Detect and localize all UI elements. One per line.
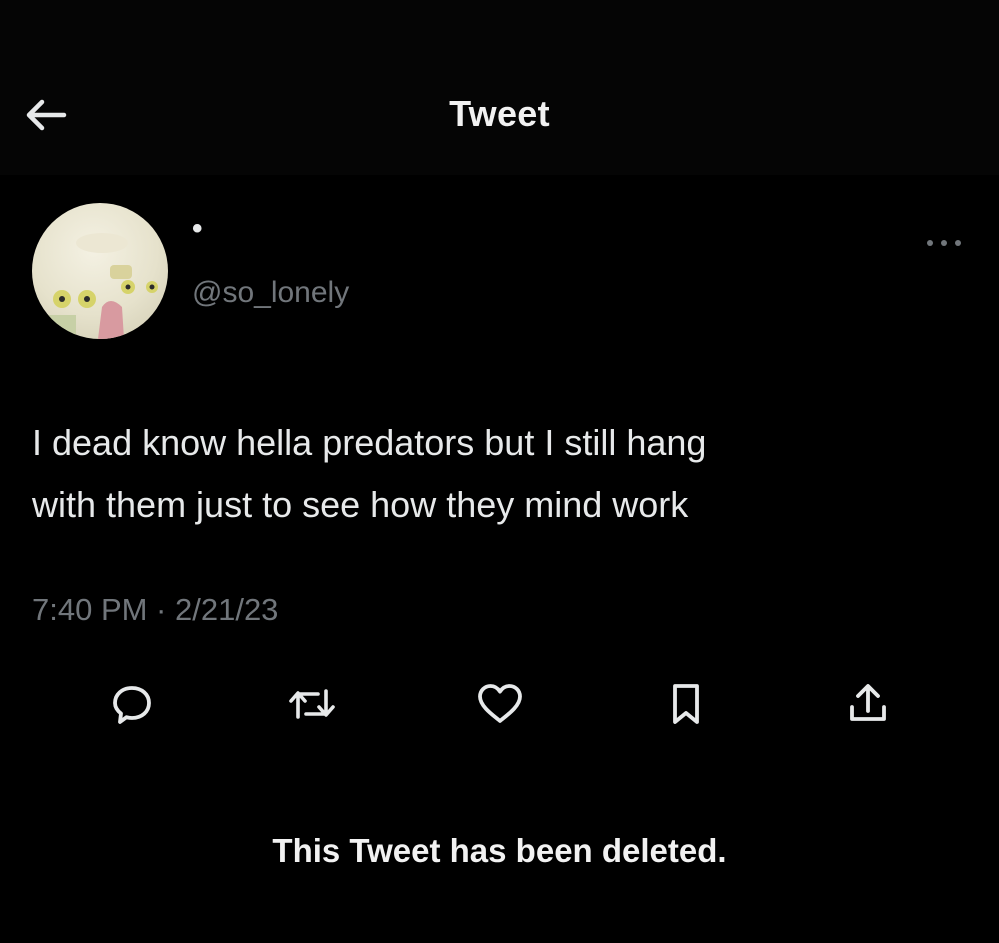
heart-icon <box>475 681 525 727</box>
retweet-button[interactable] <box>282 676 342 732</box>
bookmark-icon <box>668 681 704 727</box>
deleted-notice: This Tweet has been deleted. <box>272 832 727 869</box>
more-options-button[interactable] <box>918 228 970 258</box>
reply-icon <box>110 682 154 726</box>
author-display-name[interactable]: • <box>192 212 203 246</box>
share-icon <box>846 681 890 727</box>
tweet-timestamp[interactable]: 7:40 PM · 2/21/23 <box>32 592 278 628</box>
avatar[interactable] <box>32 203 168 339</box>
like-button[interactable] <box>470 676 530 732</box>
page-title: Tweet <box>449 93 550 134</box>
reply-button[interactable] <box>102 676 162 732</box>
top-bar: Tweet <box>0 0 999 175</box>
retweet-icon <box>287 682 337 726</box>
tweet-actions <box>0 672 999 736</box>
tweet-text: I dead know hella predators but I still … <box>32 422 707 525</box>
author-handle[interactable]: @so_lonely <box>192 276 349 310</box>
bookmark-button[interactable] <box>656 676 716 732</box>
share-button[interactable] <box>838 676 898 732</box>
more-horizontal-icon <box>924 238 964 248</box>
